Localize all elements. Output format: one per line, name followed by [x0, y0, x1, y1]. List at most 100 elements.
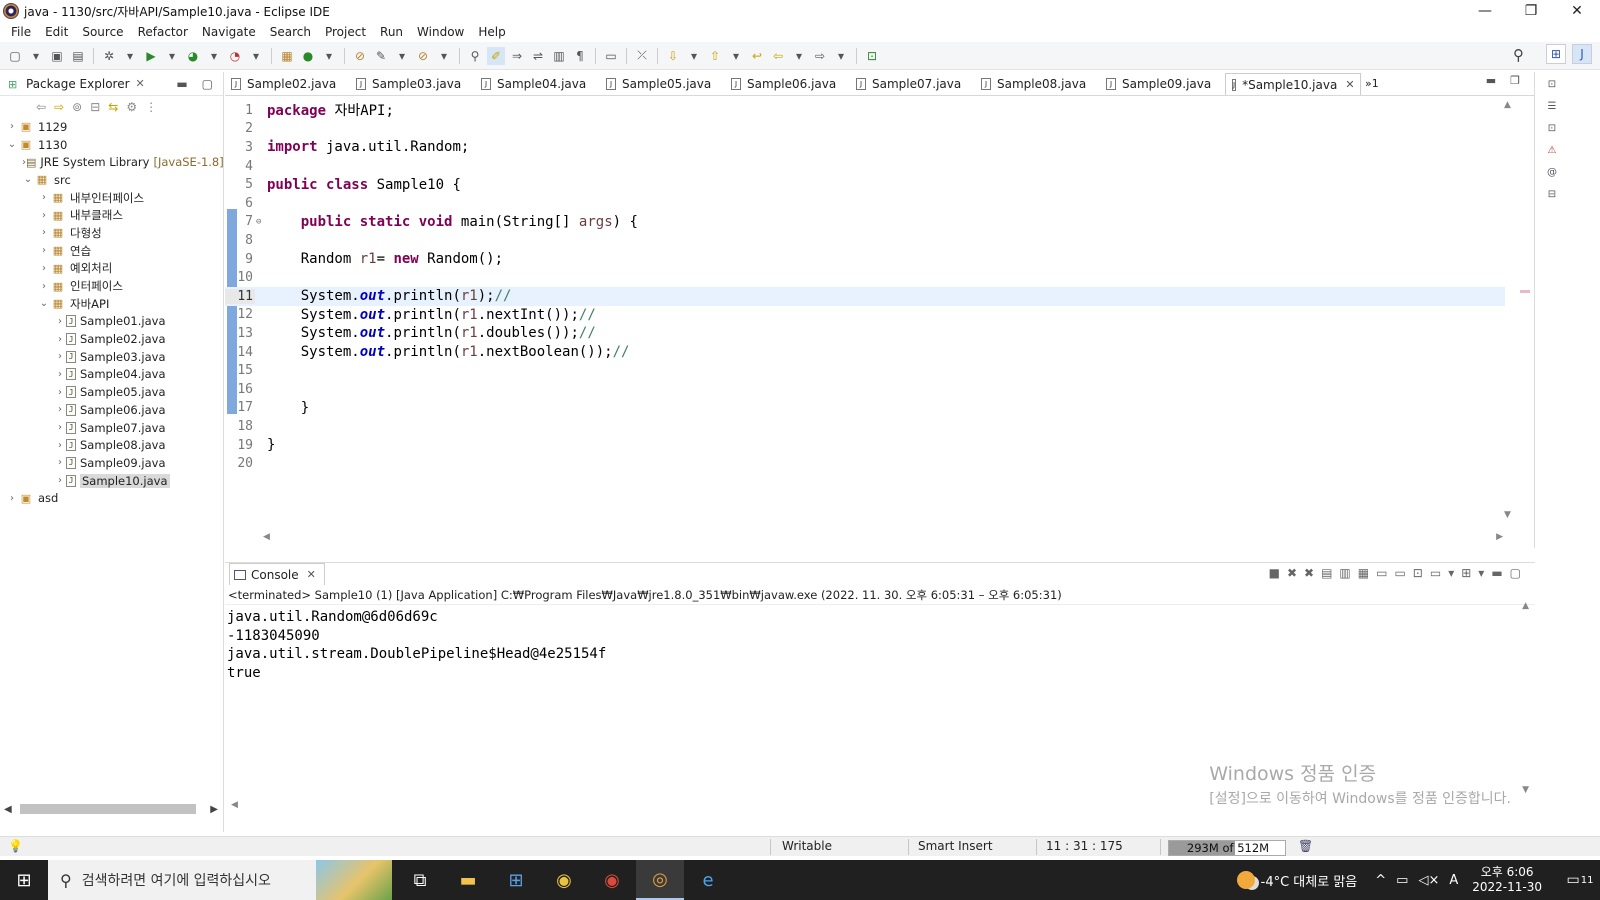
chevron-right-icon[interactable]: › — [38, 245, 50, 256]
new-icon[interactable]: ▢ — [6, 47, 24, 65]
debug-icon[interactable]: ✲ — [100, 47, 118, 65]
code-line[interactable]: 3 import java.util.Random; — [225, 138, 1505, 157]
dropdown-icon[interactable]: ▾ — [320, 47, 338, 65]
editor-horizontal-scrollbar[interactable]: ◀ ▶ — [263, 532, 1503, 544]
back-icon[interactable]: ⇦ — [36, 100, 46, 114]
search-icon[interactable]: ⚲ — [1513, 46, 1524, 64]
close-button[interactable]: ✕ — [1554, 0, 1600, 22]
chevron-up-icon[interactable]: ^ — [1375, 873, 1386, 888]
tree-item[interactable]: › ▣ asd — [6, 489, 223, 507]
scroll-down-icon[interactable]: ▼ — [1522, 785, 1529, 795]
menu-navigate[interactable]: Navigate — [195, 25, 263, 39]
problems-icon[interactable]: ⚠ — [1544, 142, 1560, 158]
minimize-button[interactable]: — — [1462, 0, 1508, 22]
volume-icon[interactable]: ◁× — [1418, 873, 1439, 888]
taskbar-clock[interactable]: 오후 6:06 2022-11-30 — [1472, 865, 1542, 895]
maximize-icon[interactable]: ▢ — [202, 77, 213, 91]
editor-tab[interactable]: J Sample09.java — [1100, 73, 1225, 95]
menu-edit[interactable]: Edit — [38, 25, 75, 39]
chevron-right-icon[interactable]: › — [54, 404, 66, 415]
editor-tab[interactable]: J Sample05.java — [600, 73, 725, 95]
code-line[interactable]: 7 ⊖ public static void main(String[] args… — [225, 213, 1505, 232]
show-whitespace-icon[interactable]: ▥ — [550, 47, 568, 65]
scroll-up-icon[interactable]: ▲ — [1522, 601, 1529, 611]
scroll-left-icon[interactable]: ◀ — [263, 532, 270, 542]
menu-project[interactable]: Project — [318, 25, 373, 39]
collapse-all-icon[interactable]: ⊟ — [90, 100, 100, 114]
dropdown-icon[interactable]: ▾ — [1478, 566, 1484, 580]
chevron-right-icon[interactable]: › — [38, 263, 50, 274]
code-line[interactable]: 2 — [225, 120, 1505, 139]
up-icon[interactable]: ⊚ — [72, 100, 82, 114]
code-line[interactable]: 6 — [225, 194, 1505, 213]
remove-launch-icon[interactable]: ✖ — [1287, 566, 1297, 580]
notification-center[interactable]: ▭ 11 — [1560, 872, 1600, 888]
chevron-down-icon[interactable]: ⌄ — [6, 139, 18, 150]
editor-tab[interactable]: J Sample02.java — [225, 73, 350, 95]
tree-item[interactable]: › ▦ 연습 — [6, 242, 223, 260]
save-all-icon[interactable]: ▤ — [69, 47, 87, 65]
new-java-class-icon[interactable]: ● — [299, 47, 317, 65]
maximize-icon[interactable]: ❐ — [1510, 74, 1520, 87]
trash-icon[interactable]: 🗑 — [1298, 839, 1313, 853]
lightbulb-icon[interactable]: 💡 — [8, 839, 23, 853]
word-wrap-icon[interactable]: ▦ — [1358, 566, 1369, 580]
block-selection-icon[interactable]: ⇒ — [508, 47, 526, 65]
code-line[interactable]: 8 — [225, 231, 1505, 250]
run-icon[interactable]: ▶ — [142, 47, 160, 65]
javadoc-icon[interactable]: @ — [1544, 164, 1560, 180]
code-text-area[interactable]: 1 package 자바API; 2 3 import java.util.Random… — [225, 97, 1505, 529]
dropdown-icon[interactable]: ▾ — [685, 47, 703, 65]
chevron-right-icon[interactable]: › — [54, 351, 66, 362]
tree-item[interactable]: › ▣ 1129 — [6, 118, 223, 136]
restore-icon[interactable]: ⊡ — [1544, 120, 1560, 136]
tree-item[interactable]: › J Sample03.java — [6, 348, 223, 366]
file-explorer-icon[interactable]: ▬ — [444, 860, 492, 900]
package-explorer-tab[interactable]: ⊞ Package Explorer ✕ ▬ ▢ — [0, 72, 223, 96]
code-line[interactable]: 16 — [225, 380, 1505, 399]
open-console-icon[interactable]: ⊞ — [1461, 566, 1471, 580]
scroll-right-icon[interactable]: ▶ — [210, 804, 218, 815]
tree-item[interactable]: › ▦ 내부클래스 — [6, 206, 223, 224]
java-perspective-icon[interactable]: J — [1572, 44, 1592, 64]
dropdown-icon[interactable]: ▾ — [1448, 566, 1454, 580]
chevron-down-icon[interactable]: ⌄ — [22, 174, 34, 185]
skip-breakpoints-icon[interactable]: ⤫ — [633, 47, 651, 65]
back-icon[interactable]: ⇦ — [769, 47, 787, 65]
network-icon[interactable]: ▭ — [1396, 873, 1408, 888]
tree-item[interactable]: ⌄ ▦ src — [6, 171, 223, 189]
menu-refactor[interactable]: Refactor — [131, 25, 195, 39]
microsoft-store-icon[interactable]: ⊞ — [492, 860, 540, 900]
save-icon[interactable]: ▣ — [48, 47, 66, 65]
scroll-left-icon[interactable]: ◀ — [4, 804, 12, 815]
code-line[interactable]: 9 Random r1= new Random(); — [225, 250, 1505, 269]
dropdown-icon[interactable]: ▾ — [121, 47, 139, 65]
minimize-icon[interactable]: ▬ — [1491, 566, 1502, 580]
editor-vertical-scrollbar[interactable]: ▲ ▼ — [1504, 100, 1516, 520]
fold-collapse-icon[interactable]: ⊖ — [256, 217, 264, 227]
code-line[interactable]: 18 — [225, 417, 1505, 436]
task-view-icon[interactable]: ⧉ — [396, 860, 444, 900]
maximize-icon[interactable]: ▢ — [1510, 566, 1521, 580]
heap-status[interactable]: 293M of 512M — [1168, 840, 1286, 856]
tree-item[interactable]: › J Sample04.java — [6, 366, 223, 384]
scroll-right-icon[interactable]: ▶ — [1496, 532, 1503, 542]
editor-tab[interactable]: J Sample03.java — [350, 73, 475, 95]
new-java-package-icon[interactable]: ▦ — [278, 47, 296, 65]
code-line[interactable]: 19} — [225, 436, 1505, 455]
tree-item[interactable]: › J Sample07.java — [6, 419, 223, 437]
chevron-right-icon[interactable]: › — [38, 192, 50, 203]
external-tools-icon[interactable]: ◔ — [226, 47, 244, 65]
scrollbar-thumb[interactable] — [20, 804, 196, 814]
search-folder-icon[interactable]: ⊘ — [414, 47, 432, 65]
clear-console-icon[interactable]: ▤ — [1321, 566, 1332, 580]
editor-tab[interactable]: J Sample04.java — [475, 73, 600, 95]
code-line[interactable]: 11 System.out.println(r1);// — [225, 287, 1505, 306]
dropdown-icon[interactable]: ▾ — [163, 47, 181, 65]
scroll-lock-icon[interactable]: ▥ — [1339, 566, 1350, 580]
menu-source[interactable]: Source — [75, 25, 130, 39]
filter-icon[interactable]: ⚙ — [126, 100, 137, 114]
word-wrap-icon[interactable]: ⇌ — [529, 47, 547, 65]
chevron-down-icon[interactable]: ⌄ — [38, 298, 50, 309]
terminal-icon[interactable]: ▭ — [602, 47, 620, 65]
